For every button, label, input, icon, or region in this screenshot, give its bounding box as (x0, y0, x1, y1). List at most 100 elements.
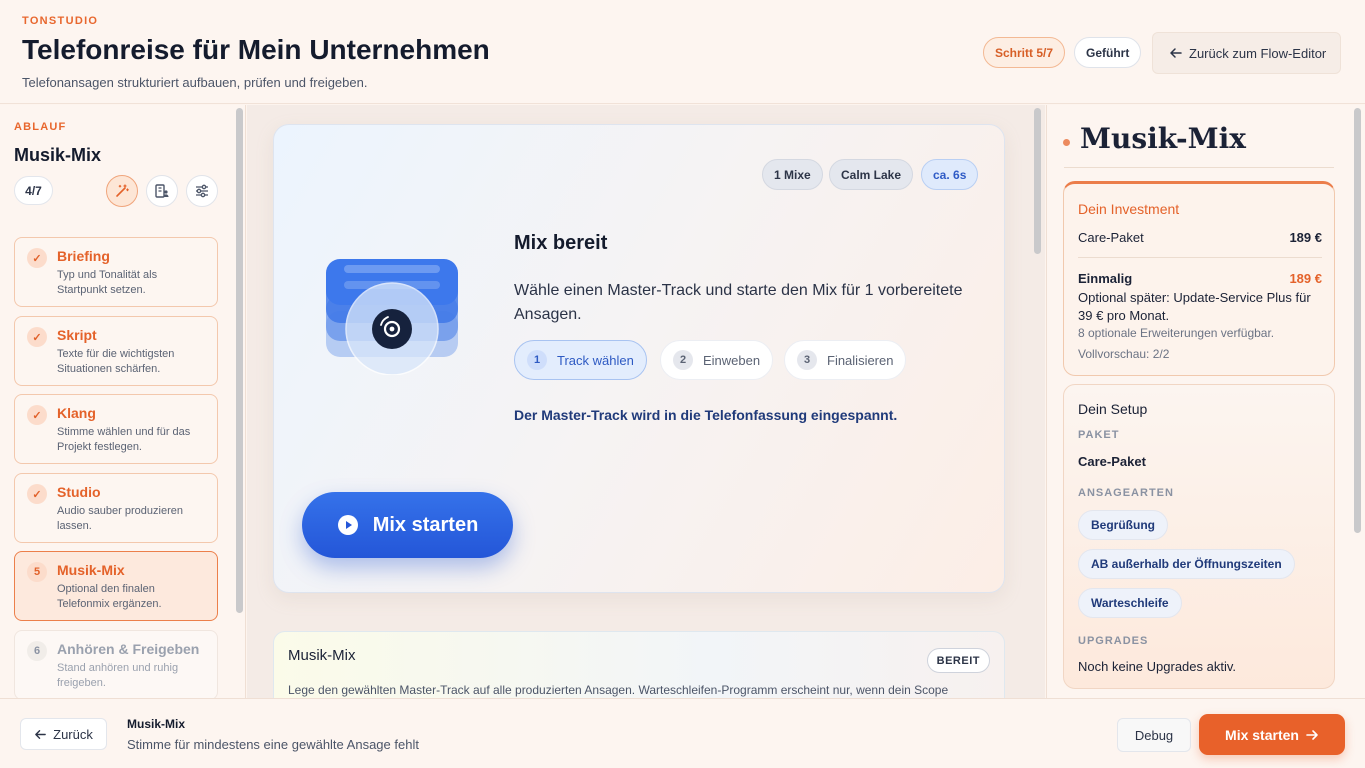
back-label: Zurück (53, 726, 93, 742)
once-price: 189 € (1289, 271, 1322, 286)
step-card-studio[interactable]: ✓ Studio Audio sauber produzieren lassen… (14, 473, 218, 543)
start-mix-label: Mix starten (372, 513, 479, 536)
mix-heading: Mix bereit (514, 232, 608, 254)
company-profile-button[interactable] (146, 175, 178, 207)
arrow-right-icon (1305, 728, 1319, 742)
info-title: Musik-Mix (288, 647, 356, 664)
check-icon: ✓ (27, 248, 47, 268)
back-button[interactable]: Zurück (20, 718, 107, 750)
track-name-chip: Calm Lake (829, 159, 914, 190)
package-label: PAKET (1078, 429, 1120, 441)
vinyl-stack-icon (324, 255, 460, 376)
footer-title: Musik-Mix (127, 717, 186, 731)
step-number: 5 (27, 562, 47, 582)
main-scrollbar[interactable] (1034, 108, 1041, 254)
progress-step-finalize[interactable]: 3 Finalisieren (784, 340, 907, 380)
progress-step-weave[interactable]: 2 Einweben (660, 340, 774, 380)
package-label: Care-Paket (1078, 230, 1144, 245)
announcement-tag: Warteschleife (1078, 588, 1182, 618)
pill-label: Track wählen (557, 352, 634, 368)
step-description: Audio sauber produzieren lassen. (57, 505, 183, 532)
mix-note: Der Master-Track wird in die Telefonfass… (514, 407, 898, 423)
investment-title: Dein Investment (1078, 201, 1180, 217)
pill-number: 3 (797, 350, 817, 370)
mix-start-primary-button[interactable]: Mix starten (1199, 714, 1345, 755)
step-card-skript[interactable]: ✓ Skript Texte für die wichtigsten Situa… (14, 316, 218, 386)
progress-step-track[interactable]: 1 Track wählen (514, 340, 647, 380)
app-eyebrow: TONSTUDIO (22, 15, 99, 27)
investment-package-row: Care-Paket 189 € (1078, 230, 1322, 245)
sidebar-title: Musik-Mix (14, 145, 102, 165)
page-subtitle: Telefonansagen strukturiert aufbauen, pr… (22, 75, 368, 90)
start-mix-button[interactable]: Mix starten (302, 492, 513, 558)
header: TONSTUDIO Telefonreise für Mein Unterneh… (0, 0, 1365, 104)
step-name: Anhören & Freigeben (57, 641, 200, 657)
step-description: Texte für die wichtigsten Situationen sc… (57, 348, 175, 375)
play-icon (337, 514, 359, 536)
pill-number: 1 (527, 350, 547, 370)
footer-status: Stimme für mindestens eine gewählte Ansa… (127, 737, 419, 752)
pill-label: Einweben (703, 352, 761, 368)
step-chip: Schritt 5/7 (983, 37, 1066, 68)
step-card-briefing[interactable]: ✓ Briefing Typ und Tonalität als Startpu… (14, 237, 218, 307)
title-dot (1063, 139, 1070, 146)
step-name: Klang (57, 405, 96, 421)
optional-upgrade-text: Optional später: Update-Service Plus für… (1078, 290, 1311, 323)
once-label: Einmalig (1078, 271, 1133, 286)
sidebar-eyebrow: ABLAUF (14, 121, 67, 133)
mix-card: 1 Mixe Calm Lake ca. 6s Mix bereit Wähle… (273, 124, 1005, 593)
arrow-left-icon (34, 728, 47, 741)
step-card-anhoeren-freigeben[interactable]: 6 Anhören & Freigeben Stand anhören und … (14, 630, 218, 698)
divider (1078, 257, 1322, 258)
panel-title: Musik-Mix (1080, 122, 1246, 155)
settings-sliders-button[interactable] (186, 175, 218, 207)
pill-number: 2 (673, 350, 693, 370)
magic-wand-icon (114, 183, 130, 199)
step-name: Musik-Mix (57, 562, 125, 578)
pill-label: Finalisieren (827, 352, 894, 368)
announcement-tag: AB außerhalb der Öffnungszeiten (1078, 549, 1295, 579)
mix-count-chip: 1 Mixe (762, 159, 823, 190)
investment-once-row: Einmalig 189 € (1078, 271, 1322, 286)
info-text: Lege den gewählten Master-Track auf alle… (288, 683, 949, 697)
footer-bar: Zurück Musik-Mix Stimme für mindestens e… (0, 698, 1365, 768)
announcement-tag: Begrüßung (1078, 510, 1168, 540)
building-user-icon (154, 183, 170, 199)
package-value: Care-Paket (1078, 454, 1146, 469)
package-price: 189 € (1289, 230, 1322, 245)
upgrades-label: UPGRADES (1078, 635, 1149, 647)
check-icon: ✓ (27, 405, 47, 425)
step-description: Optional den finalen Telefonmix ergänzen… (57, 583, 162, 610)
step-name: Skript (57, 327, 97, 343)
step-description: Typ und Tonalität als Startpunkt setzen. (57, 269, 158, 296)
sidebar-scrollbar[interactable] (236, 108, 243, 613)
arrow-left-icon (1169, 46, 1183, 60)
step-name: Studio (57, 484, 101, 500)
duration-chip: ca. 6s (921, 159, 979, 190)
main-content: 1 Mixe Calm Lake ca. 6s Mix bereit Wähle… (247, 105, 1045, 698)
divider (1064, 167, 1334, 168)
sliders-icon (194, 183, 210, 199)
back-to-flow-editor-label: Zurück zum Flow-Editor (1189, 45, 1327, 61)
step-card-musik-mix[interactable]: 5 Musik-Mix Optional den finalen Telefon… (14, 551, 218, 621)
magic-wand-button[interactable] (106, 175, 138, 207)
setup-card: Dein Setup PAKET Care-Paket ANSAGEARTEN … (1063, 384, 1335, 689)
musik-mix-info-card: Musik-Mix BEREIT Lege den gewählten Mast… (273, 631, 1005, 698)
guided-mode-chip[interactable]: Geführt (1074, 37, 1142, 68)
step-description: Stimme wählen und für das Projekt festle… (57, 426, 191, 453)
step-card-klang[interactable]: ✓ Klang Stimme wählen und für das Projek… (14, 394, 218, 464)
debug-button[interactable]: Debug (1117, 718, 1191, 752)
process-sidebar: ABLAUF Musik-Mix 4/7 ✓ Briefing Typ und … (0, 105, 246, 698)
step-name: Briefing (57, 248, 110, 264)
primary-label: Mix starten (1225, 726, 1299, 743)
page-title: Telefonreise für Mein Unternehmen (22, 34, 490, 65)
check-icon: ✓ (27, 484, 47, 504)
extensions-text: 8 optionale Erweiterungen verfügbar. (1078, 326, 1275, 340)
preview-text: Vollvorschau: 2/2 (1078, 347, 1170, 361)
check-icon: ✓ (27, 327, 47, 347)
back-to-flow-editor-button[interactable]: Zurück zum Flow-Editor (1152, 32, 1341, 74)
summary-panel: Musik-Mix Dein Investment Care-Paket 189… (1046, 105, 1365, 698)
step-counter: 4/7 (14, 176, 53, 205)
step-number: 6 (27, 641, 47, 661)
panel-scrollbar[interactable] (1354, 108, 1361, 533)
